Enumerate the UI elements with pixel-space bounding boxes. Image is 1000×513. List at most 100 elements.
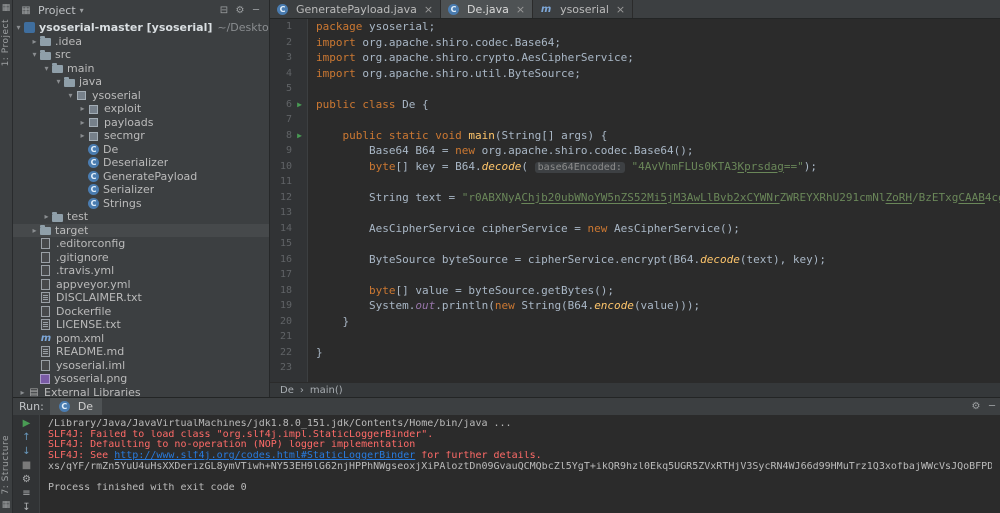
console-line: SLF4J: Defaulting to no-operation (NOP) …	[48, 440, 416, 451]
chevron-right-icon[interactable]: ▸	[77, 129, 88, 143]
tree-item-java[interactable]: ▾ java	[13, 75, 269, 89]
tool-window-project-button[interactable]: 1: Project	[1, 19, 11, 66]
chevron-down-icon[interactable]: ▾	[65, 89, 76, 103]
rerun-icon[interactable]: ▶	[13, 417, 40, 431]
tree-item-deserializer[interactable]: C Deserializer	[13, 156, 269, 170]
tree-item-test[interactable]: ▸ test	[13, 210, 269, 224]
chevron-right-icon[interactable]: ▸	[29, 224, 40, 238]
tree-item-disclaimer-txt[interactable]: DISCLAIMER.txt	[13, 291, 269, 305]
code-line: 2 import org.apache.shiro.codec.Base64;	[270, 35, 1000, 51]
tree-item-ysoserial[interactable]: ▾ ysoserial	[13, 89, 269, 103]
close-icon[interactable]: ×	[616, 3, 625, 16]
line-number: 23	[279, 362, 292, 373]
breadcrumb-item[interactable]: De	[280, 385, 294, 396]
collapse-all-icon[interactable]: ⊟	[216, 5, 232, 16]
class-icon: C	[88, 157, 99, 169]
code-line: 4 import org.apache.shiro.util.ByteSource…	[270, 66, 1000, 82]
tree-item-appveyor-yml[interactable]: appveyor.yml	[13, 278, 269, 292]
project-view-icon: ▦	[21, 4, 31, 16]
chevron-down-icon[interactable]: ▾	[80, 6, 84, 15]
tree-item-external-libraries[interactable]: ▸ ▤ External Libraries	[13, 386, 269, 398]
breadcrumb-item[interactable]: main()	[310, 385, 343, 396]
chevron-right-icon[interactable]: ▸	[77, 102, 88, 116]
tree-item-readme-md[interactable]: README.md	[13, 345, 269, 359]
tree-item-label: exploit	[104, 102, 142, 115]
tree-root[interactable]: ▾ ysoserial-master [ysoserial] ~/Desktop…	[13, 21, 269, 35]
tool-window-toggle-icon[interactable]: ▦	[2, 500, 11, 510]
chevron-down-icon[interactable]: ▾	[53, 75, 64, 89]
tree-item-secmgr[interactable]: ▸ secmgr	[13, 129, 269, 143]
line-number: 14	[279, 222, 292, 234]
chevron-right-icon[interactable]: ▸	[77, 116, 88, 130]
class-icon: C	[58, 401, 70, 412]
chevron-down-icon[interactable]: ▾	[13, 21, 24, 35]
editor-tab-de-java[interactable]: C De.java ×	[441, 0, 534, 18]
editor-tab-ysoserial[interactable]: m ysoserial ×	[533, 0, 634, 18]
editor-tab-generatepayload-java[interactable]: C GeneratePayload.java ×	[270, 0, 442, 18]
stop-icon[interactable]: ■	[13, 459, 40, 473]
tree-item-serializer[interactable]: C Serializer	[13, 183, 269, 197]
tree-item-editorconfig[interactable]: .editorconfig	[13, 237, 269, 251]
hide-icon[interactable]: ─	[248, 5, 264, 16]
console-line: SLF4J: Failed to load class "org.slf4j.i…	[48, 429, 434, 440]
settings-icon[interactable]: ⚙	[232, 5, 248, 16]
tree-item-pom-xml[interactable]: m pom.xml	[13, 332, 269, 346]
tree-item-generatepayload[interactable]: C GeneratePayload	[13, 170, 269, 184]
console-output[interactable]: /Library/Java/JavaVirtualMachines/jdk1.8…	[40, 415, 1000, 513]
chevron-down-icon[interactable]: ▾	[41, 62, 52, 76]
tree-item-idea[interactable]: ▸ .idea	[13, 35, 269, 49]
tree-item-strings[interactable]: C Strings	[13, 197, 269, 211]
up-stack-icon[interactable]: ↑	[13, 431, 40, 445]
code-editor[interactable]: 1 package ysoserial; 2 import org.apache.sh…	[270, 19, 1000, 382]
code-line: 18 byte[] value = byteSource.getBytes();	[270, 283, 1000, 299]
folder-icon	[40, 49, 51, 60]
code-line: 20 }	[270, 314, 1000, 330]
scroll-to-end-icon[interactable]: ↧	[13, 501, 40, 513]
tree-item-src[interactable]: ▾ src	[13, 48, 269, 62]
settings-icon[interactable]: ⚙	[968, 401, 984, 412]
tree-item-label: .travis.yml	[56, 264, 115, 277]
tree-item-de[interactable]: C De	[13, 143, 269, 157]
tree-item-ysoserial-iml[interactable]: ysoserial.iml	[13, 359, 269, 373]
tree-item-travis-yml[interactable]: .travis.yml	[13, 264, 269, 278]
tree-item-license-txt[interactable]: LICENSE.txt	[13, 318, 269, 332]
text-icon	[41, 319, 50, 331]
console-link[interactable]: http://www.slf4j.org/codes.html#StaticLo…	[114, 451, 415, 461]
console-settings-icon[interactable]: ⚙	[13, 473, 40, 487]
close-icon[interactable]: ×	[424, 3, 433, 16]
soft-wrap-icon[interactable]: ≡	[13, 487, 40, 501]
tree-item-gitignore[interactable]: .gitignore	[13, 251, 269, 265]
project-view-title[interactable]: Project	[38, 4, 76, 17]
close-icon[interactable]: ×	[516, 3, 525, 16]
tree-item-exploit[interactable]: ▸ exploit	[13, 102, 269, 116]
text-icon	[41, 346, 50, 358]
tree-item-dockerfile[interactable]: Dockerfile	[13, 305, 269, 319]
line-number: 17	[279, 269, 292, 280]
run-gutter-icon[interactable]: ▶	[292, 128, 307, 144]
tree-item-ysoserial-png[interactable]: ysoserial.png	[13, 372, 269, 386]
tool-window-structure-button[interactable]: 7: Structure	[1, 435, 11, 495]
tree-item-payloads[interactable]: ▸ payloads	[13, 116, 269, 130]
line-number: 16	[279, 253, 292, 265]
project-root-name: ysoserial-master [ysoserial]	[39, 21, 213, 34]
hide-icon[interactable]: ─	[984, 401, 1000, 412]
run-tab-de[interactable]: C De	[49, 398, 103, 415]
tree-item-label: LICENSE.txt	[56, 318, 121, 331]
run-panel: Run: C De ⚙ ─ ▶ ↑ ↓ ■ ⚙ ≡ ↧ /Library/Java/JavaV…	[13, 397, 1000, 513]
folder-icon	[40, 225, 51, 236]
chevron-down-icon[interactable]: ▾	[29, 48, 40, 62]
tree-item-target[interactable]: ▸ target	[13, 223, 269, 238]
run-tab-label: De	[77, 400, 94, 413]
chevron-right-icon[interactable]: ▸	[17, 386, 28, 398]
run-gutter-icon[interactable]: ▶	[292, 97, 307, 113]
chevron-right-icon[interactable]: ▸	[41, 210, 52, 224]
tree-item-main[interactable]: ▾ main	[13, 62, 269, 76]
down-stack-icon[interactable]: ↓	[13, 445, 40, 459]
chevron-right-icon[interactable]: ▸	[29, 35, 40, 49]
